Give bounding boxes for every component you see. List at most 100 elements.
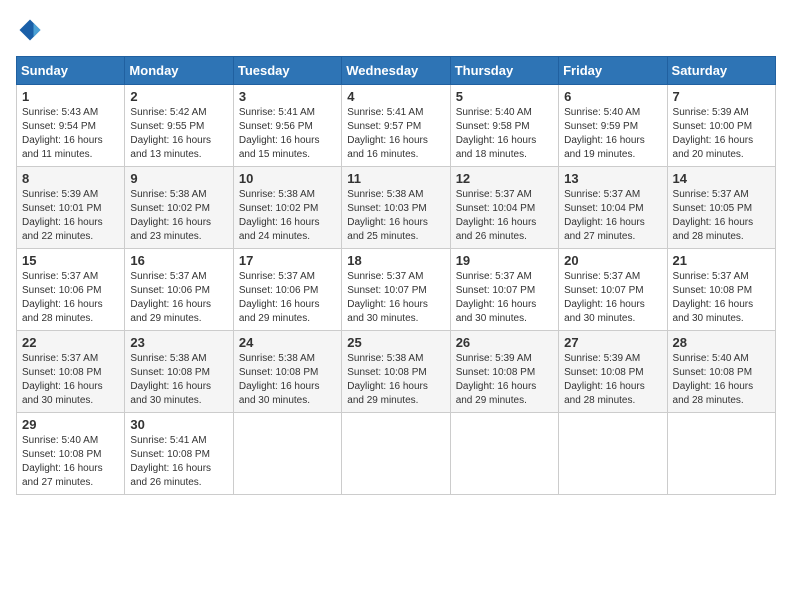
calendar-cell: 11Sunrise: 5:38 AMSunset: 10:03 PMDaylig… bbox=[342, 167, 450, 249]
day-number: 8 bbox=[22, 171, 119, 186]
day-info: Sunrise: 5:39 AMSunset: 10:08 PMDaylight… bbox=[564, 352, 661, 408]
calendar-cell: 30 Sunrise: 5:41 AMSunset: 10:08 PMDaylig… bbox=[125, 413, 233, 495]
calendar-cell: 23 Sunrise: 5:38 AMSunset: 10:08 PMDaylig… bbox=[125, 331, 233, 413]
day-info: Sunrise: 5:37 AMSunset: 10:06 PMDaylight… bbox=[239, 270, 336, 326]
calendar-cell: 6Sunrise: 5:40 AMSunset: 9:59 PMDaylight… bbox=[559, 85, 667, 167]
calendar-cell: 14Sunrise: 5:37 AMSunset: 10:05 PMDaylig… bbox=[667, 167, 775, 249]
col-header-monday: Monday bbox=[125, 57, 233, 85]
col-header-saturday: Saturday bbox=[667, 57, 775, 85]
day-number: 14 bbox=[673, 171, 770, 186]
calendar-week-5: 29 Sunrise: 5:40 AMSunset: 10:08 PMDaylig… bbox=[17, 413, 776, 495]
day-number: 3 bbox=[239, 89, 336, 104]
calendar-cell: 9Sunrise: 5:38 AMSunset: 10:02 PMDayligh… bbox=[125, 167, 233, 249]
col-header-tuesday: Tuesday bbox=[233, 57, 341, 85]
calendar-cell: 4 Sunrise: 5:41 AMSunset: 9:57 PMDaylight… bbox=[342, 85, 450, 167]
page-header bbox=[16, 16, 776, 44]
day-number: 23 bbox=[130, 335, 227, 350]
day-number: 29 bbox=[22, 417, 119, 432]
day-number: 22 bbox=[22, 335, 119, 350]
calendar-cell: 20 Sunrise: 5:37 AMSunset: 10:07 PMDaylig… bbox=[559, 249, 667, 331]
calendar-cell: 25 Sunrise: 5:38 AMSunset: 10:08 PMDaylig… bbox=[342, 331, 450, 413]
day-info: Sunrise: 5:41 AMSunset: 9:56 PMDaylight:… bbox=[239, 106, 336, 162]
day-number: 4 bbox=[347, 89, 444, 104]
calendar-table: SundayMondayTuesdayWednesdayThursdayFrid… bbox=[16, 56, 776, 495]
calendar-cell: 5 Sunrise: 5:40 AMSunset: 9:58 PMDaylight… bbox=[450, 85, 558, 167]
calendar-cell: 3 Sunrise: 5:41 AMSunset: 9:56 PMDaylight… bbox=[233, 85, 341, 167]
day-number: 13 bbox=[564, 171, 661, 186]
calendar-week-4: 22 Sunrise: 5:37 AMSunset: 10:08 PMDaylig… bbox=[17, 331, 776, 413]
day-info: Sunrise: 5:37 AMSunset: 10:04 PMDaylight… bbox=[564, 188, 661, 244]
day-info: Sunrise: 5:37 AMSunset: 10:07 PMDaylight… bbox=[347, 270, 444, 326]
calendar-cell: 1Sunrise: 5:43 AMSunset: 9:54 PMDaylight… bbox=[17, 85, 125, 167]
calendar-week-2: 8 Sunrise: 5:39 AMSunset: 10:01 PMDayligh… bbox=[17, 167, 776, 249]
day-info: Sunrise: 5:37 AMSunset: 10:06 PMDaylight… bbox=[130, 270, 227, 326]
day-number: 24 bbox=[239, 335, 336, 350]
calendar-cell bbox=[667, 413, 775, 495]
col-header-thursday: Thursday bbox=[450, 57, 558, 85]
calendar-cell: 7 Sunrise: 5:39 AMSunset: 10:00 PMDayligh… bbox=[667, 85, 775, 167]
col-header-wednesday: Wednesday bbox=[342, 57, 450, 85]
day-info: Sunrise: 5:39 AMSunset: 10:08 PMDaylight… bbox=[456, 352, 553, 408]
calendar-cell: 24 Sunrise: 5:38 AMSunset: 10:08 PMDaylig… bbox=[233, 331, 341, 413]
day-number: 15 bbox=[22, 253, 119, 268]
day-info: Sunrise: 5:37 AMSunset: 10:08 PMDaylight… bbox=[673, 270, 770, 326]
calendar-cell: 18Sunrise: 5:37 AMSunset: 10:07 PMDaylig… bbox=[342, 249, 450, 331]
day-info: Sunrise: 5:37 AMSunset: 10:08 PMDaylight… bbox=[22, 352, 119, 408]
day-number: 25 bbox=[347, 335, 444, 350]
day-info: Sunrise: 5:38 AMSunset: 10:02 PMDaylight… bbox=[239, 188, 336, 244]
day-info: Sunrise: 5:40 AMSunset: 9:59 PMDaylight:… bbox=[564, 106, 661, 162]
day-number: 30 bbox=[130, 417, 227, 432]
day-info: Sunrise: 5:39 AMSunset: 10:01 PMDaylight… bbox=[22, 188, 119, 244]
day-number: 19 bbox=[456, 253, 553, 268]
calendar-cell bbox=[233, 413, 341, 495]
day-number: 17 bbox=[239, 253, 336, 268]
calendar-cell: 26 Sunrise: 5:39 AMSunset: 10:08 PMDaylig… bbox=[450, 331, 558, 413]
calendar-cell bbox=[450, 413, 558, 495]
day-info: Sunrise: 5:40 AMSunset: 10:08 PMDaylight… bbox=[22, 434, 119, 490]
calendar-cell: 16 Sunrise: 5:37 AMSunset: 10:06 PMDaylig… bbox=[125, 249, 233, 331]
calendar-cell: 29 Sunrise: 5:40 AMSunset: 10:08 PMDaylig… bbox=[17, 413, 125, 495]
day-number: 28 bbox=[673, 335, 770, 350]
day-number: 7 bbox=[673, 89, 770, 104]
day-number: 5 bbox=[456, 89, 553, 104]
day-info: Sunrise: 5:39 AMSunset: 10:00 PMDaylight… bbox=[673, 106, 770, 162]
day-info: Sunrise: 5:43 AMSunset: 9:54 PMDaylight:… bbox=[22, 106, 119, 162]
day-info: Sunrise: 5:41 AMSunset: 10:08 PMDaylight… bbox=[130, 434, 227, 490]
day-number: 21 bbox=[673, 253, 770, 268]
day-info: Sunrise: 5:38 AMSunset: 10:08 PMDaylight… bbox=[130, 352, 227, 408]
day-info: Sunrise: 5:40 AMSunset: 9:58 PMDaylight:… bbox=[456, 106, 553, 162]
day-info: Sunrise: 5:37 AMSunset: 10:07 PMDaylight… bbox=[456, 270, 553, 326]
calendar-cell: 17 Sunrise: 5:37 AMSunset: 10:06 PMDaylig… bbox=[233, 249, 341, 331]
col-header-sunday: Sunday bbox=[17, 57, 125, 85]
day-info: Sunrise: 5:38 AMSunset: 10:08 PMDaylight… bbox=[239, 352, 336, 408]
day-number: 10 bbox=[239, 171, 336, 186]
day-number: 26 bbox=[456, 335, 553, 350]
logo-icon bbox=[16, 16, 44, 44]
calendar-cell: 8 Sunrise: 5:39 AMSunset: 10:01 PMDayligh… bbox=[17, 167, 125, 249]
day-info: Sunrise: 5:41 AMSunset: 9:57 PMDaylight:… bbox=[347, 106, 444, 162]
calendar-cell bbox=[342, 413, 450, 495]
day-info: Sunrise: 5:37 AMSunset: 10:04 PMDaylight… bbox=[456, 188, 553, 244]
calendar-cell: 28 Sunrise: 5:40 AMSunset: 10:08 PMDaylig… bbox=[667, 331, 775, 413]
calendar-cell: 22 Sunrise: 5:37 AMSunset: 10:08 PMDaylig… bbox=[17, 331, 125, 413]
day-info: Sunrise: 5:38 AMSunset: 10:08 PMDaylight… bbox=[347, 352, 444, 408]
calendar-cell: 21 Sunrise: 5:37 AMSunset: 10:08 PMDaylig… bbox=[667, 249, 775, 331]
calendar-cell: 15Sunrise: 5:37 AMSunset: 10:06 PMDaylig… bbox=[17, 249, 125, 331]
calendar-cell: 13 Sunrise: 5:37 AMSunset: 10:04 PMDaylig… bbox=[559, 167, 667, 249]
day-number: 20 bbox=[564, 253, 661, 268]
day-info: Sunrise: 5:38 AMSunset: 10:02 PMDaylight… bbox=[130, 188, 227, 244]
day-number: 16 bbox=[130, 253, 227, 268]
calendar-week-1: 1Sunrise: 5:43 AMSunset: 9:54 PMDaylight… bbox=[17, 85, 776, 167]
calendar-cell: 12 Sunrise: 5:37 AMSunset: 10:04 PMDaylig… bbox=[450, 167, 558, 249]
day-number: 12 bbox=[456, 171, 553, 186]
day-number: 27 bbox=[564, 335, 661, 350]
calendar-cell: 10 Sunrise: 5:38 AMSunset: 10:02 PMDaylig… bbox=[233, 167, 341, 249]
logo bbox=[16, 16, 48, 44]
calendar-header-row: SundayMondayTuesdayWednesdayThursdayFrid… bbox=[17, 57, 776, 85]
day-number: 2 bbox=[130, 89, 227, 104]
calendar-cell: 19 Sunrise: 5:37 AMSunset: 10:07 PMDaylig… bbox=[450, 249, 558, 331]
day-info: Sunrise: 5:40 AMSunset: 10:08 PMDaylight… bbox=[673, 352, 770, 408]
day-info: Sunrise: 5:38 AMSunset: 10:03 PMDaylight… bbox=[347, 188, 444, 244]
calendar-cell bbox=[559, 413, 667, 495]
day-info: Sunrise: 5:37 AMSunset: 10:07 PMDaylight… bbox=[564, 270, 661, 326]
